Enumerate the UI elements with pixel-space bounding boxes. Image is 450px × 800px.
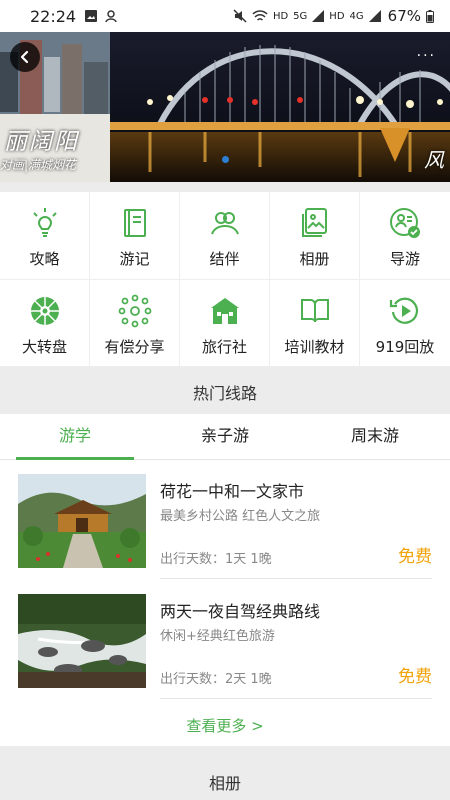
photo-album-icon (301, 208, 327, 237)
replay-icon (389, 297, 419, 324)
route-price: 免费 (398, 547, 432, 567)
album-section-title: 相册 (208, 774, 241, 793)
share-network-icon (118, 294, 151, 328)
banner-subtitle: 对画|满城烟花 (0, 158, 77, 172)
menu-label: 攻略 (29, 250, 60, 268)
signal-icon-1 (312, 10, 325, 22)
guide-badge-icon (390, 208, 420, 238)
menu-item-paid-share[interactable]: 有偿分享 (90, 280, 180, 367)
divider (160, 698, 432, 699)
agency-building-icon (210, 298, 239, 324)
menu-label: 919回放 (375, 338, 435, 356)
chevron-left-icon (20, 50, 29, 64)
route-tabs: 游学 亲子游 周末游 (0, 414, 450, 460)
tab-family-tour[interactable]: 亲子游 (150, 414, 300, 459)
menu-label: 相册 (299, 250, 330, 268)
tab-weekend-tour[interactable]: 周末游 (300, 414, 450, 459)
menu-label: 培训教材 (284, 338, 345, 356)
menu-item-album[interactable]: 相册 (270, 192, 360, 280)
menu-item-lucky-wheel[interactable]: 大转盘 (0, 280, 90, 367)
route-title: 两天一夜自驾经典路线 (160, 602, 321, 621)
menu-label: 旅行社 (201, 338, 247, 356)
see-more-link[interactable]: 查看更多 > (0, 715, 450, 736)
menu-item-travel-notes[interactable]: 游记 (90, 192, 180, 280)
back-button[interactable] (10, 42, 40, 72)
menu-item-companion[interactable]: 结伴 (180, 192, 270, 280)
menu-item-919-replay[interactable]: 919回放 (360, 280, 450, 367)
notification-app-icon (105, 10, 117, 23)
menu-item-strategy[interactable]: 攻略 (0, 192, 90, 280)
feature-grid: 攻略 游记 结伴 相册 导游 大转盘 有偿分享 旅行社 培训教材 919回放 (0, 192, 450, 367)
carousel-indicator (222, 156, 229, 163)
signal-icon-2 (368, 10, 381, 22)
menu-label: 大转盘 (21, 338, 67, 356)
route-thumbnail (18, 594, 146, 688)
menu-item-travel-agency[interactable]: 旅行社 (180, 280, 270, 367)
route-thumbnail (18, 474, 146, 568)
net-label-4g: 4G (349, 10, 364, 22)
route-subtitle: 最美乡村公路 红色人文之旅 (160, 509, 321, 524)
wifi-icon (252, 10, 268, 21)
route-item[interactable]: 荷花一中和一文家市 最美乡村公路 红色人文之旅 出行天数：1天 1晚 免费 (0, 460, 450, 579)
gallery-icon (85, 10, 98, 22)
status-indicators: HD 5G HD 4G 67% (233, 7, 434, 25)
menu-item-guide[interactable]: 导游 (360, 192, 450, 280)
lightbulb-icon (32, 208, 57, 237)
status-time: 22:24 (30, 6, 77, 26)
route-item[interactable]: 两天一夜自驾经典路线 休闲+经典红色旅游 出行天数：2天 1晚 免费 (0, 580, 450, 699)
banner-carousel[interactable]: 丽阔阳 对画|满城烟花 风 (0, 32, 450, 182)
menu-item-training-materials[interactable]: 培训教材 (270, 280, 360, 367)
hot-routes-title: 热门线路 (192, 384, 257, 403)
route-days: 出行天数：2天 1晚 (160, 672, 272, 687)
battery-percent: 67% (387, 7, 421, 25)
route-subtitle: 休闲+经典红色旅游 (160, 629, 275, 644)
menu-label: 有偿分享 (104, 338, 165, 356)
status-bar: 22:24 HD 5G HD 4G 67% (0, 0, 450, 32)
route-title: 荷花一中和一文家市 (160, 482, 305, 501)
menu-label: 导游 (389, 250, 420, 268)
spin-wheel-icon (30, 297, 59, 325)
divider (160, 578, 432, 579)
companion-icon (210, 212, 239, 235)
open-book-icon (300, 299, 329, 323)
more-options-button[interactable]: ··· (417, 48, 436, 64)
menu-label: 游记 (119, 250, 150, 268)
battery-icon (426, 9, 434, 23)
hd-label-1: HD (272, 10, 289, 22)
tab-study-tour[interactable]: 游学 (0, 414, 150, 460)
book-icon (123, 209, 146, 237)
mute-icon (233, 9, 247, 23)
route-price: 免费 (398, 667, 432, 687)
net-label-5g: 5G (293, 10, 308, 22)
route-days: 出行天数：1天 1晚 (160, 552, 272, 567)
banner-right-text: 风 (424, 148, 444, 172)
route-list: 荷花一中和一文家市 最美乡村公路 红色人文之旅 出行天数：1天 1晚 免费 两天… (0, 460, 450, 746)
hd-label-2: HD (329, 10, 345, 22)
menu-label: 结伴 (209, 250, 240, 268)
banner-title: 丽阔阳 (4, 129, 79, 155)
